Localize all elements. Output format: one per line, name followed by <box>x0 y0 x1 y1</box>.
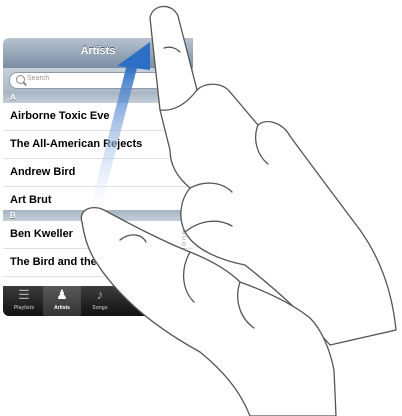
flick-arrow-icon <box>89 42 150 212</box>
gesture-illustration <box>80 5 397 416</box>
